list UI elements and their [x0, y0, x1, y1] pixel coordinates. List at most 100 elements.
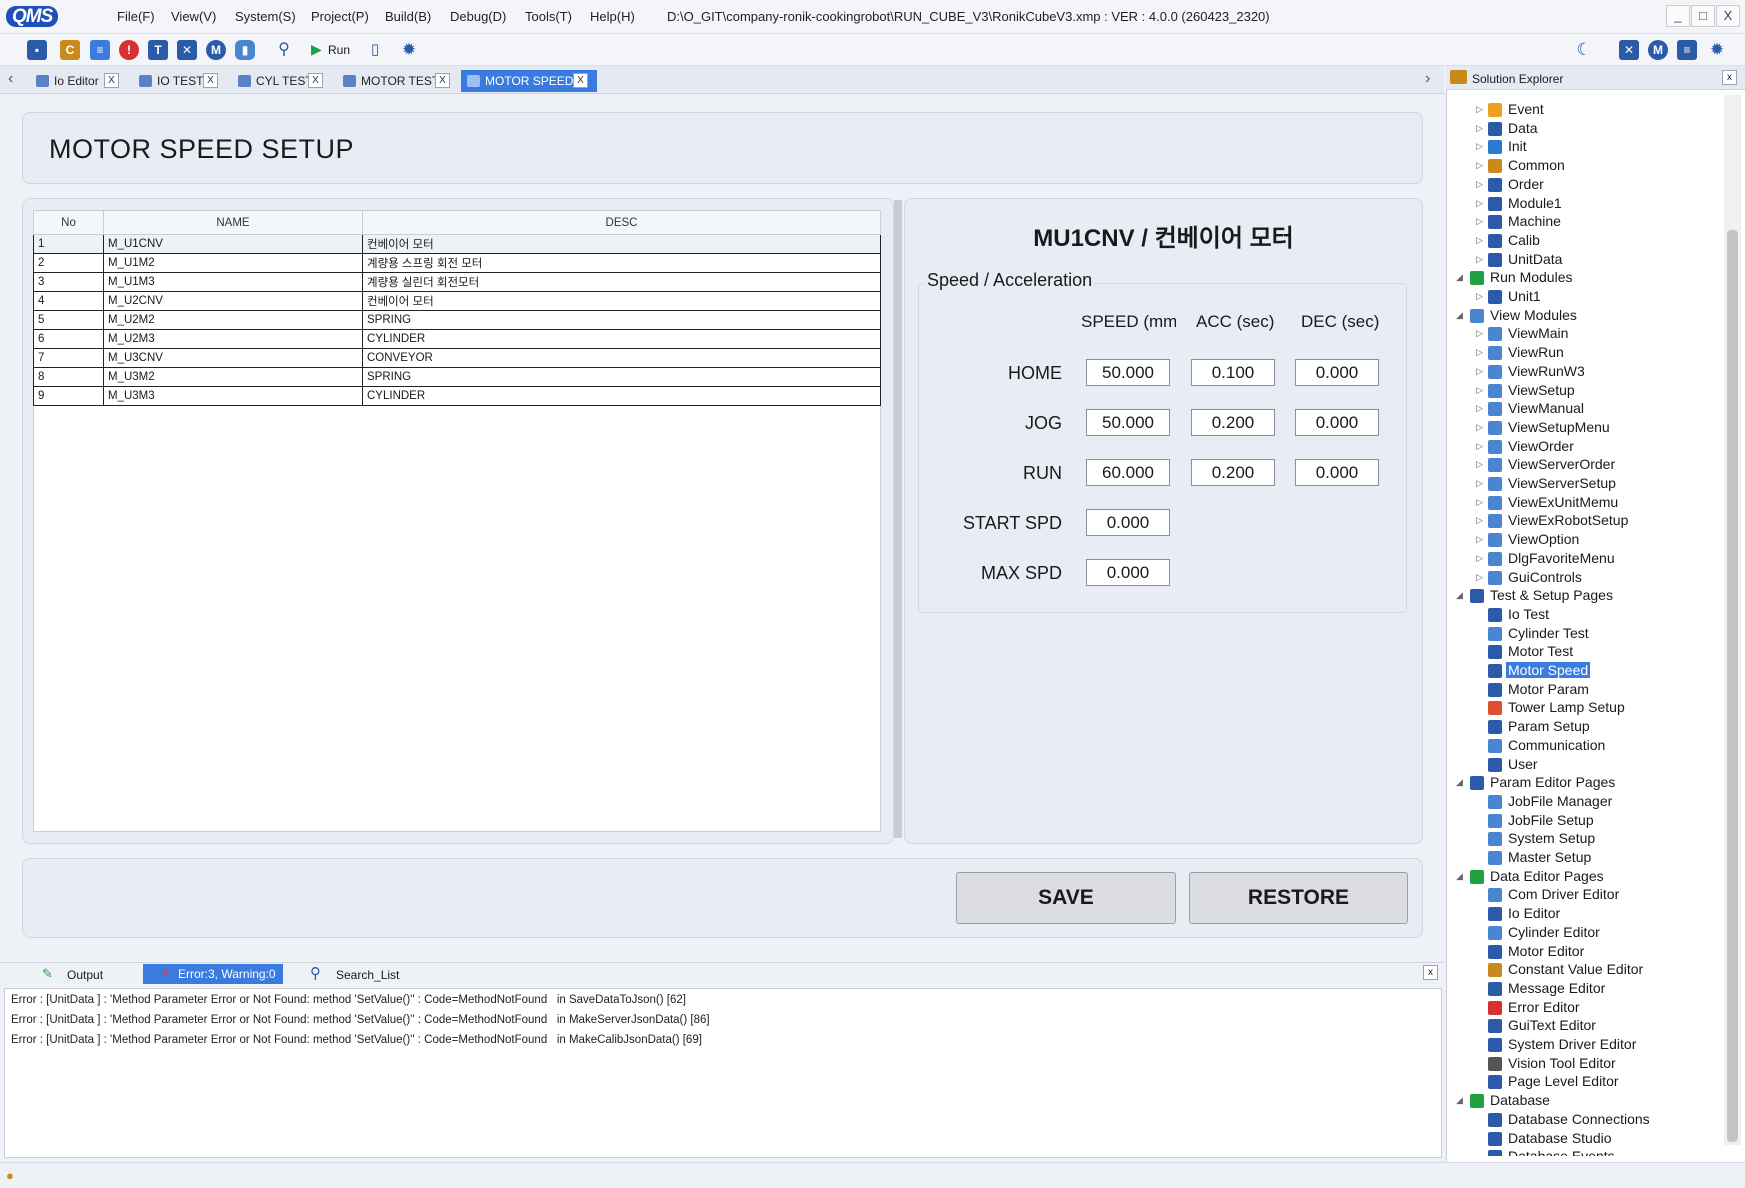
- tree-item[interactable]: System Driver Editor: [1446, 1035, 1722, 1054]
- tree-item[interactable]: ▷ Init: [1446, 137, 1722, 156]
- tab-close-button[interactable]: X: [435, 73, 450, 88]
- collapsed-arrow-icon[interactable]: ▷: [1476, 179, 1483, 190]
- expanded-arrow-icon[interactable]: ◢: [1456, 272, 1463, 283]
- tree-item[interactable]: Communication: [1446, 736, 1722, 755]
- maximize-button[interactable]: □: [1691, 5, 1715, 27]
- expanded-arrow-icon[interactable]: ◢: [1456, 1095, 1463, 1106]
- tree-item[interactable]: Motor Test: [1446, 642, 1722, 661]
- collapsed-arrow-icon[interactable]: ▷: [1476, 534, 1483, 545]
- menu-help[interactable]: Help(H): [590, 9, 635, 24]
- tree-item[interactable]: Page Level Editor: [1446, 1072, 1722, 1091]
- tree-item[interactable]: ◢ Param Editor Pages: [1446, 773, 1722, 792]
- page-icon[interactable]: ▯: [365, 40, 385, 60]
- tree-item[interactable]: ▷ ViewOrder: [1446, 437, 1722, 456]
- tree-item[interactable]: ▷ Machine: [1446, 212, 1722, 231]
- tree-item[interactable]: Message Editor: [1446, 979, 1722, 998]
- column-header-desc[interactable]: DESC: [362, 210, 881, 235]
- tree-item[interactable]: ▷ Unit1: [1446, 287, 1722, 306]
- io-icon[interactable]: ✕: [177, 40, 197, 60]
- collapsed-arrow-icon[interactable]: ▷: [1476, 497, 1483, 508]
- tree-item[interactable]: ▷ ViewMain: [1446, 324, 1722, 343]
- tree-item[interactable]: ▷ Order: [1446, 175, 1722, 194]
- tree-item[interactable]: ▷ ViewServerOrder: [1446, 455, 1722, 474]
- motor-icon[interactable]: M: [206, 40, 226, 60]
- database-icon[interactable]: ▮: [235, 40, 255, 60]
- collapsed-arrow-icon[interactable]: ▷: [1476, 291, 1483, 302]
- column-header-name[interactable]: NAME: [103, 210, 363, 235]
- table-row[interactable]: 1 M_U1CNV 컨베이어 모터: [33, 234, 881, 254]
- tree-item[interactable]: ▷ ViewExRobotSetup: [1446, 511, 1722, 530]
- tree-item[interactable]: ▷ DlgFavoriteMenu: [1446, 549, 1722, 568]
- collapsed-arrow-icon[interactable]: ▷: [1476, 403, 1483, 414]
- tree-item[interactable]: ▷ Calib: [1446, 231, 1722, 250]
- expanded-arrow-icon[interactable]: ◢: [1456, 310, 1463, 321]
- tree-item[interactable]: Io Editor: [1446, 904, 1722, 923]
- tab-motor-speed[interactable]: MOTOR SPEED X: [461, 70, 597, 92]
- tree-item[interactable]: Cylinder Editor: [1446, 923, 1722, 942]
- tree-item[interactable]: Vision Tool Editor: [1446, 1054, 1722, 1073]
- save-icon[interactable]: ▪: [27, 40, 47, 60]
- tab-output[interactable]: Output: [67, 968, 103, 982]
- expanded-arrow-icon[interactable]: ◢: [1456, 871, 1463, 882]
- gear-icon[interactable]: ✹: [399, 40, 419, 60]
- tab-errors[interactable]: ✕ Error:3, Warning:0: [143, 964, 283, 984]
- collapsed-arrow-icon[interactable]: ▷: [1476, 385, 1483, 396]
- tree-item[interactable]: JobFile Setup: [1446, 811, 1722, 830]
- tree-item[interactable]: Master Setup: [1446, 848, 1722, 867]
- run-speed-field[interactable]: 60.000: [1086, 459, 1170, 486]
- minimize-button[interactable]: _: [1666, 5, 1690, 27]
- table-row[interactable]: 2 M_U1M2 계량용 스프링 회전 모터: [33, 253, 881, 273]
- tab-motor-test[interactable]: MOTOR TEST X: [337, 70, 453, 92]
- tab-cyl-test[interactable]: CYL TEST X: [232, 70, 326, 92]
- tree-item[interactable]: ▷ ViewRun: [1446, 343, 1722, 362]
- run-button[interactable]: Run: [328, 43, 350, 57]
- moon-icon[interactable]: ☾: [1574, 40, 1594, 60]
- run-icon[interactable]: ▶: [311, 41, 322, 58]
- home-acc-field[interactable]: 0.100: [1191, 359, 1275, 386]
- tab-close-button[interactable]: X: [203, 73, 218, 88]
- tree-item[interactable]: ▷ Event: [1446, 100, 1722, 119]
- collapsed-arrow-icon[interactable]: ▷: [1476, 141, 1483, 152]
- menu-system[interactable]: System(S): [235, 9, 296, 24]
- tree-item[interactable]: Cylinder Test: [1446, 624, 1722, 643]
- collapsed-arrow-icon[interactable]: ▷: [1476, 347, 1483, 358]
- table-row[interactable]: 9 M_U3M3 CYLINDER: [33, 386, 881, 406]
- run-dec-field[interactable]: 0.000: [1295, 459, 1379, 486]
- close-window-button[interactable]: X: [1716, 5, 1740, 27]
- collapsed-arrow-icon[interactable]: ▷: [1476, 553, 1483, 564]
- expanded-arrow-icon[interactable]: ◢: [1456, 777, 1463, 788]
- tree-item[interactable]: ◢ Database: [1446, 1091, 1722, 1110]
- tree-scrollbar-thumb[interactable]: [1727, 230, 1738, 1142]
- guitext-icon[interactable]: T: [148, 40, 168, 60]
- tree-item[interactable]: ◢ View Modules: [1446, 306, 1722, 325]
- tab-scroll-left-icon[interactable]: ‹: [8, 70, 13, 88]
- tree-item[interactable]: ▷ ViewSetupMenu: [1446, 418, 1722, 437]
- collapsed-arrow-icon[interactable]: ▷: [1476, 104, 1483, 115]
- tab-search-list[interactable]: Search_List: [336, 968, 399, 982]
- tree-item[interactable]: ▷ ViewOption: [1446, 530, 1722, 549]
- tree-item[interactable]: User: [1446, 755, 1722, 774]
- tree-item[interactable]: Param Setup: [1446, 717, 1722, 736]
- collapsed-arrow-icon[interactable]: ▷: [1476, 123, 1483, 134]
- tree-item[interactable]: Motor Param: [1446, 680, 1722, 699]
- collapsed-arrow-icon[interactable]: ▷: [1476, 366, 1483, 377]
- run-acc-field[interactable]: 0.200: [1191, 459, 1275, 486]
- tree-item[interactable]: Io Test: [1446, 605, 1722, 624]
- tab-close-button[interactable]: X: [308, 73, 323, 88]
- collapsed-arrow-icon[interactable]: ▷: [1476, 198, 1483, 209]
- collapsed-arrow-icon[interactable]: ▷: [1476, 216, 1483, 227]
- expanded-arrow-icon[interactable]: ◢: [1456, 590, 1463, 601]
- motor-icon[interactable]: M: [1648, 40, 1668, 60]
- tree-item[interactable]: ▷ ViewSetup: [1446, 381, 1722, 400]
- collapsed-arrow-icon[interactable]: ▷: [1476, 515, 1483, 526]
- tree-item[interactable]: JobFile Manager: [1446, 792, 1722, 811]
- tree-item[interactable]: Database Studio: [1446, 1129, 1722, 1148]
- tree-item[interactable]: Error Editor: [1446, 998, 1722, 1017]
- tree-item[interactable]: ▷ Module1: [1446, 194, 1722, 213]
- table-row[interactable]: 7 M_U3CNV CONVEYOR: [33, 348, 881, 368]
- menu-view[interactable]: View(V): [171, 9, 216, 24]
- tree-item[interactable]: Motor Editor: [1446, 942, 1722, 961]
- table-row[interactable]: 4 M_U2CNV 컨베이어 모터: [33, 291, 881, 311]
- menu-tools[interactable]: Tools(T): [525, 9, 572, 24]
- page-icon[interactable]: ≡: [1677, 40, 1697, 60]
